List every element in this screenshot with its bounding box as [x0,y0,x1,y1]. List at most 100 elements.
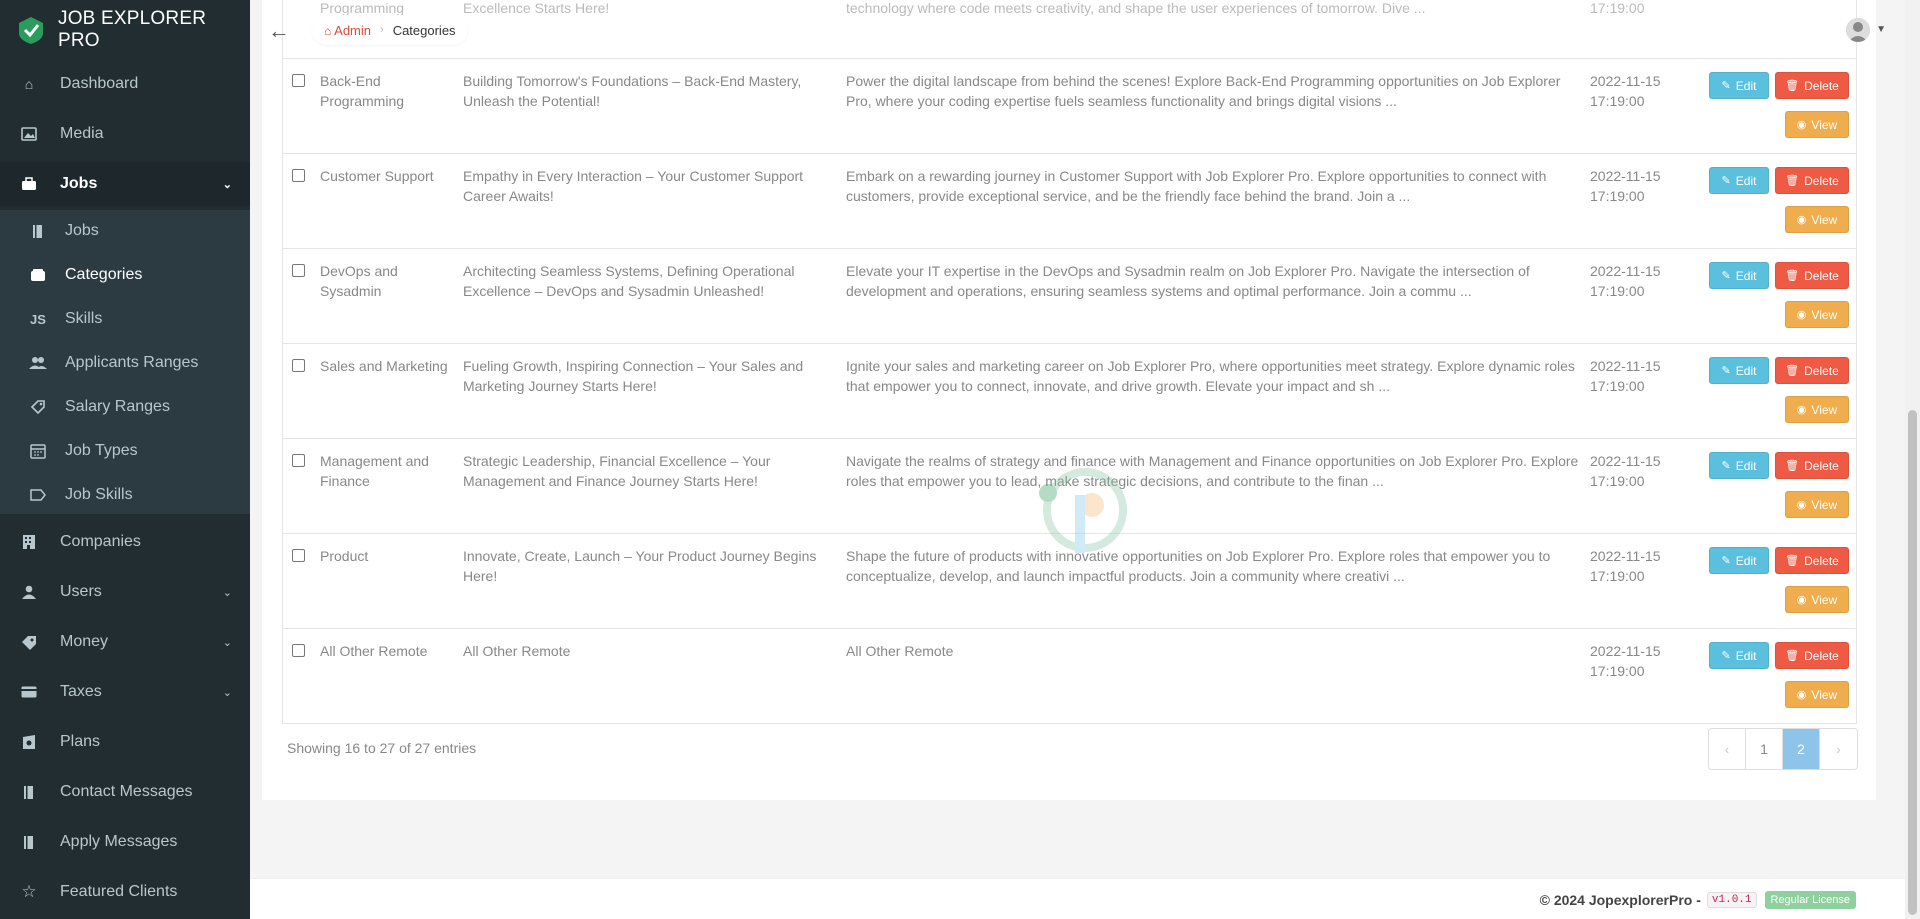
category-title: Architecting Seamless Systems, Defining … [463,263,795,299]
row-checkbox[interactable] [292,74,305,87]
category-title: Empathy in Every Interaction – Your Cust… [463,168,804,204]
view-button[interactable]: ◉ View [1785,111,1849,138]
category-date: 2022-11-15 17:19:00 [1590,643,1661,679]
sidebar-item-apply-messages[interactable]: Apply Messages [0,824,250,860]
book-icon [29,222,47,240]
scrollbar-thumb[interactable] [1908,410,1917,915]
topbar: ← ⌂ Admin › Categories ▼ [250,0,1920,60]
edit-button[interactable]: ✎ Edit [1709,262,1769,289]
row-checkbox[interactable] [292,359,305,372]
sidebar-item-skills[interactable]: JS Skills [0,301,250,337]
table-row: All Other Remote All Other Remote All Othe… [282,629,1857,724]
view-button[interactable]: ◉ View [1785,301,1849,328]
users-icon [29,354,47,372]
sidebar-item-label: Salary Ranges [65,398,170,415]
delete-button[interactable]: 🗑 Delete [1775,357,1849,384]
row-checkbox[interactable] [292,264,305,277]
trash-icon: 🗑 [1785,650,1800,662]
eye-icon: ◉ [1796,404,1807,416]
scrollbar[interactable] [1905,0,1920,919]
delete-button[interactable]: 🗑 Delete [1775,642,1849,669]
view-button[interactable]: ◉ View [1785,206,1849,233]
sidebar-item-applicants-ranges[interactable]: Applicants Ranges [0,345,250,381]
sidebar-item-money[interactable]: Money ⌄ [0,624,250,660]
pagination-page-2[interactable]: 2 [1783,729,1820,769]
edit-button[interactable]: ✎ Edit [1709,357,1769,384]
view-button[interactable]: ◉ View [1785,396,1849,423]
delete-button[interactable]: 🗑 Delete [1775,452,1849,479]
footer-text: © 2024 JopexplorerPro - v1.0.1 Regular L… [1540,891,1856,909]
version-badge: v1.0.1 [1706,892,1757,908]
sidebar-item-label: Taxes [60,683,102,700]
category-description: All Other Remote [846,643,954,659]
image-icon [20,125,38,143]
delete-button[interactable]: 🗑 Delete [1775,262,1849,289]
edit-button[interactable]: ✎ Edit [1709,72,1769,99]
sidebar-item-companies[interactable]: Companies [0,524,250,560]
sidebar-item-taxes[interactable]: Taxes ⌄ [0,674,250,710]
breadcrumb: ⌂ Admin › Categories [312,15,468,45]
view-button[interactable]: ◉ View [1785,491,1849,518]
eye-icon: ◉ [1796,689,1807,701]
edit-button[interactable]: ✎ Edit [1709,547,1769,574]
watermark-logo-icon [1039,468,1127,553]
sidebar-item-job-skills[interactable]: Job Skills [0,477,250,513]
book-icon [20,833,38,851]
row-checkbox[interactable] [292,169,305,182]
category-description: Ignite your sales and marketing career o… [846,358,1575,394]
js-icon: JS [30,311,46,327]
edit-icon: ✎ [1721,555,1731,567]
sidebar-item-label: Jobs [65,222,99,239]
row-checkbox[interactable] [292,454,305,467]
row-checkbox[interactable] [292,549,305,562]
view-button-label: View [1811,307,1838,322]
sidebar-item-featured-clients[interactable]: ☆ Featured Clients [0,874,250,910]
sidebar-item-jobs[interactable]: Jobs ⌄ [0,162,250,206]
view-button[interactable]: ◉ View [1785,681,1849,708]
edit-button-label: Edit [1735,363,1757,378]
delete-button-label: Delete [1804,363,1839,378]
pagination-next[interactable]: › [1820,729,1857,769]
delete-button-label: Delete [1804,78,1839,93]
sidebar-item-salary-ranges[interactable]: Salary Ranges [0,389,250,425]
briefcase-icon [20,175,38,193]
category-title: Building Tomorrow's Foundations – Back-E… [463,73,802,109]
view-button[interactable]: ◉ View [1785,586,1849,613]
delete-button[interactable]: 🗑 Delete [1775,547,1849,574]
delete-button[interactable]: 🗑 Delete [1775,72,1849,99]
sidebar-item-jobs-list[interactable]: Jobs [0,213,250,249]
edit-button[interactable]: ✎ Edit [1709,167,1769,194]
sidebar-item-categories[interactable]: Categories [0,257,250,293]
chevron-down-icon: ⌄ [222,636,232,649]
star-icon: ☆ [21,882,37,901]
edit-button[interactable]: ✎ Edit [1709,642,1769,669]
sidebar-item-job-types[interactable]: Job Types [0,433,250,469]
money-icon [20,633,38,651]
pagination-page-1[interactable]: 1 [1746,729,1783,769]
label-icon [29,486,47,504]
delete-button-label: Delete [1804,173,1839,188]
delete-button[interactable]: 🗑 Delete [1775,167,1849,194]
category-description: Power the digital landscape from behind … [846,73,1561,109]
sidebar-item-label: Skills [65,310,103,327]
trash-icon: 🗑 [1785,460,1800,472]
sidebar-item-plans[interactable]: Plans [0,724,250,760]
brand[interactable]: JOB EXPLORER PRO [0,0,250,60]
edit-button[interactable]: ✎ Edit [1709,452,1769,479]
sidebar-item-users[interactable]: Users ⌄ [0,574,250,610]
row-checkbox[interactable] [292,644,305,657]
pagination-prev[interactable]: ‹ [1709,729,1746,769]
sidebar-item-contact-messages[interactable]: Contact Messages [0,774,250,810]
table-row: Customer Support Empathy in Every Interac… [282,154,1857,249]
avatar[interactable] [1846,18,1870,42]
eye-icon: ◉ [1796,119,1807,131]
category-title: Innovate, Create, Launch – Your Product … [463,548,817,584]
sidebar-item-dashboard[interactable]: ⌂ Dashboard [0,66,250,102]
sidebar-item-media[interactable]: Media [0,116,250,152]
caret-down-icon[interactable]: ▼ [1876,24,1886,35]
back-arrow-icon[interactable]: ← [268,18,290,44]
category-name: Back-End Programming [320,73,405,109]
breadcrumb-home[interactable]: ⌂ Admin [324,23,371,38]
sidebar-item-label: Plans [60,733,101,750]
calendar-icon [29,442,47,460]
